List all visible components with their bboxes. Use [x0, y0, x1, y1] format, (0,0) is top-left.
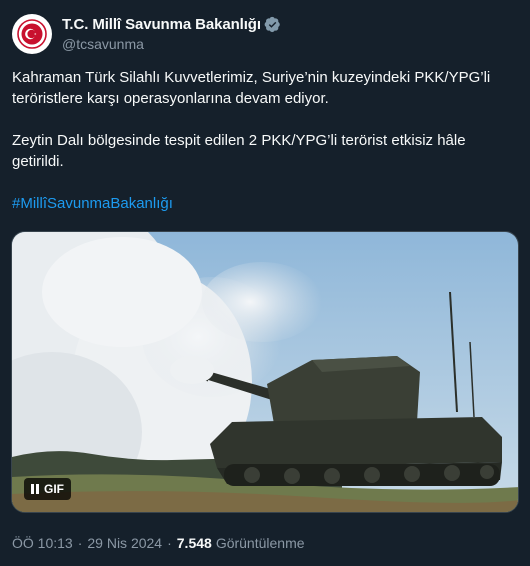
tweet-paragraph-2: Zeytin Dalı bölgesinde tespit edilen 2 P…: [12, 132, 466, 170]
tweet-meta: ÖÖ 10:13 · 29 Nis 2024 · 7.548 Görüntüle…: [12, 535, 305, 551]
name-row: T.C. Millî Savunma Bakanlığı: [62, 16, 281, 33]
display-name[interactable]: T.C. Millî Savunma Bakanlığı: [62, 16, 261, 33]
tweet-header: T.C. Millî Savunma Bakanlığı @tcsavunma: [12, 14, 281, 54]
tweet-media-gif[interactable]: GIF: [11, 231, 519, 513]
avatar[interactable]: [12, 14, 52, 54]
tweet-paragraph-1: Kahraman Türk Silahlı Kuvvetlerimiz, Sur…: [12, 69, 491, 107]
handle[interactable]: @tcsavunma: [62, 36, 281, 52]
meta-separator: ·: [167, 535, 172, 551]
views-label: Görüntülenme: [215, 535, 305, 551]
tweet-date[interactable]: 29 Nis 2024: [87, 535, 162, 551]
howitzer-gif-image: [12, 232, 518, 512]
tweet-time[interactable]: ÖÖ 10:13: [12, 535, 73, 551]
hashtag-link[interactable]: #MillîSavunmaBakanlığı: [12, 193, 520, 214]
gif-badge: GIF: [44, 482, 64, 496]
pause-icon[interactable]: [31, 484, 39, 494]
tweet-text: Kahraman Türk Silahlı Kuvvetlerimiz, Sur…: [12, 67, 520, 214]
ministry-emblem-icon: [16, 18, 48, 50]
gif-controls[interactable]: GIF: [24, 478, 71, 500]
views-count: 7.548: [176, 535, 212, 551]
meta-separator: ·: [77, 535, 83, 551]
verified-badge-icon[interactable]: [264, 16, 281, 33]
account-names: T.C. Millî Savunma Bakanlığı @tcsavunma: [62, 16, 281, 52]
